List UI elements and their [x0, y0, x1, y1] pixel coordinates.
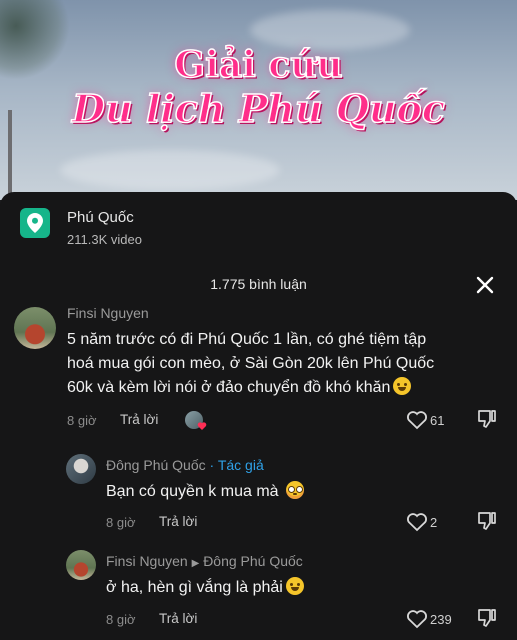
comment-text: Bạn có quyền k mua mà	[106, 483, 279, 500]
reply-button[interactable]: Trả lời	[120, 412, 158, 427]
heart-icon	[197, 422, 207, 430]
heart-icon[interactable]	[406, 512, 428, 532]
location-pin-icon[interactable]	[20, 208, 50, 238]
dislike-icon[interactable]	[476, 607, 498, 629]
dislike-icon[interactable]	[476, 510, 498, 532]
reply-username-row: Finsi Nguyen ▶ Đông Phú Quốc	[106, 553, 303, 569]
comment-text-line: 5 năm trước có đi Phú Quốc 1 lần, có ghé…	[67, 331, 427, 348]
laughing-emoji-icon	[285, 577, 304, 595]
reply-arrow-icon: ▶	[191, 558, 200, 569]
reply-text-row: ở ha, hèn gì vắng là phải	[106, 576, 304, 600]
video-title-line1: Giải cứu	[174, 43, 344, 87]
like-count: 2	[430, 515, 438, 530]
comment-time: 8 giờ	[67, 413, 97, 428]
dislike-icon[interactable]	[476, 408, 498, 430]
like-count: 239	[430, 612, 452, 627]
heart-icon[interactable]	[406, 410, 428, 430]
comments-sheet: Phú Quốc 211.3K video 1.775 bình luận Fi…	[0, 192, 517, 640]
author-badge: · Tác giả	[209, 457, 264, 473]
comment-time: 8 giờ	[106, 612, 136, 627]
video-title-line2: Du lịch Phú Quốc	[71, 85, 445, 132]
location-name[interactable]: Phú Quốc	[67, 209, 134, 226]
video-preview[interactable]: Giải cứu Du lịch Phú Quốc	[0, 0, 517, 200]
reply-button[interactable]: Trả lời	[159, 611, 197, 626]
avatar[interactable]	[14, 307, 56, 349]
reply-to-username[interactable]: Đông Phú Quốc	[203, 553, 303, 569]
flushed-emoji-icon	[286, 481, 304, 499]
cloud	[60, 150, 280, 190]
avatar[interactable]	[66, 454, 96, 484]
location-video-count: 211.3K video	[67, 232, 142, 247]
heart-icon[interactable]	[406, 609, 428, 629]
like-count: 61	[430, 413, 445, 428]
laughing-emoji-icon	[393, 377, 412, 395]
comment-username[interactable]: Finsi Nguyen	[67, 305, 149, 321]
comment-text-line: hoá mua gói con mèo, ở Sài Gòn 20k lên P…	[67, 355, 435, 372]
reply-username-row: Đông Phú Quốc · Tác giả	[106, 457, 264, 473]
avatar[interactable]	[66, 550, 96, 580]
comment-time: 8 giờ	[106, 515, 136, 530]
comment-username[interactable]: Finsi Nguyen	[106, 553, 188, 569]
comment-username[interactable]: Đông Phú Quốc	[106, 457, 206, 473]
comment-count: 1.775 bình luận	[210, 276, 307, 292]
comment-text-last-line: 60k và kèm lời nói ở đảo chuyển đồ khó k…	[67, 376, 412, 400]
reply-button[interactable]: Trả lời	[159, 514, 197, 529]
comment-text: ở ha, hèn gì vắng là phải	[106, 579, 283, 596]
reply-text-row: Bạn có quyền k mua mà	[106, 480, 304, 504]
comment-text-line: 60k và kèm lời nói ở đảo chuyển đồ khó k…	[67, 379, 391, 396]
close-icon[interactable]	[474, 274, 496, 296]
